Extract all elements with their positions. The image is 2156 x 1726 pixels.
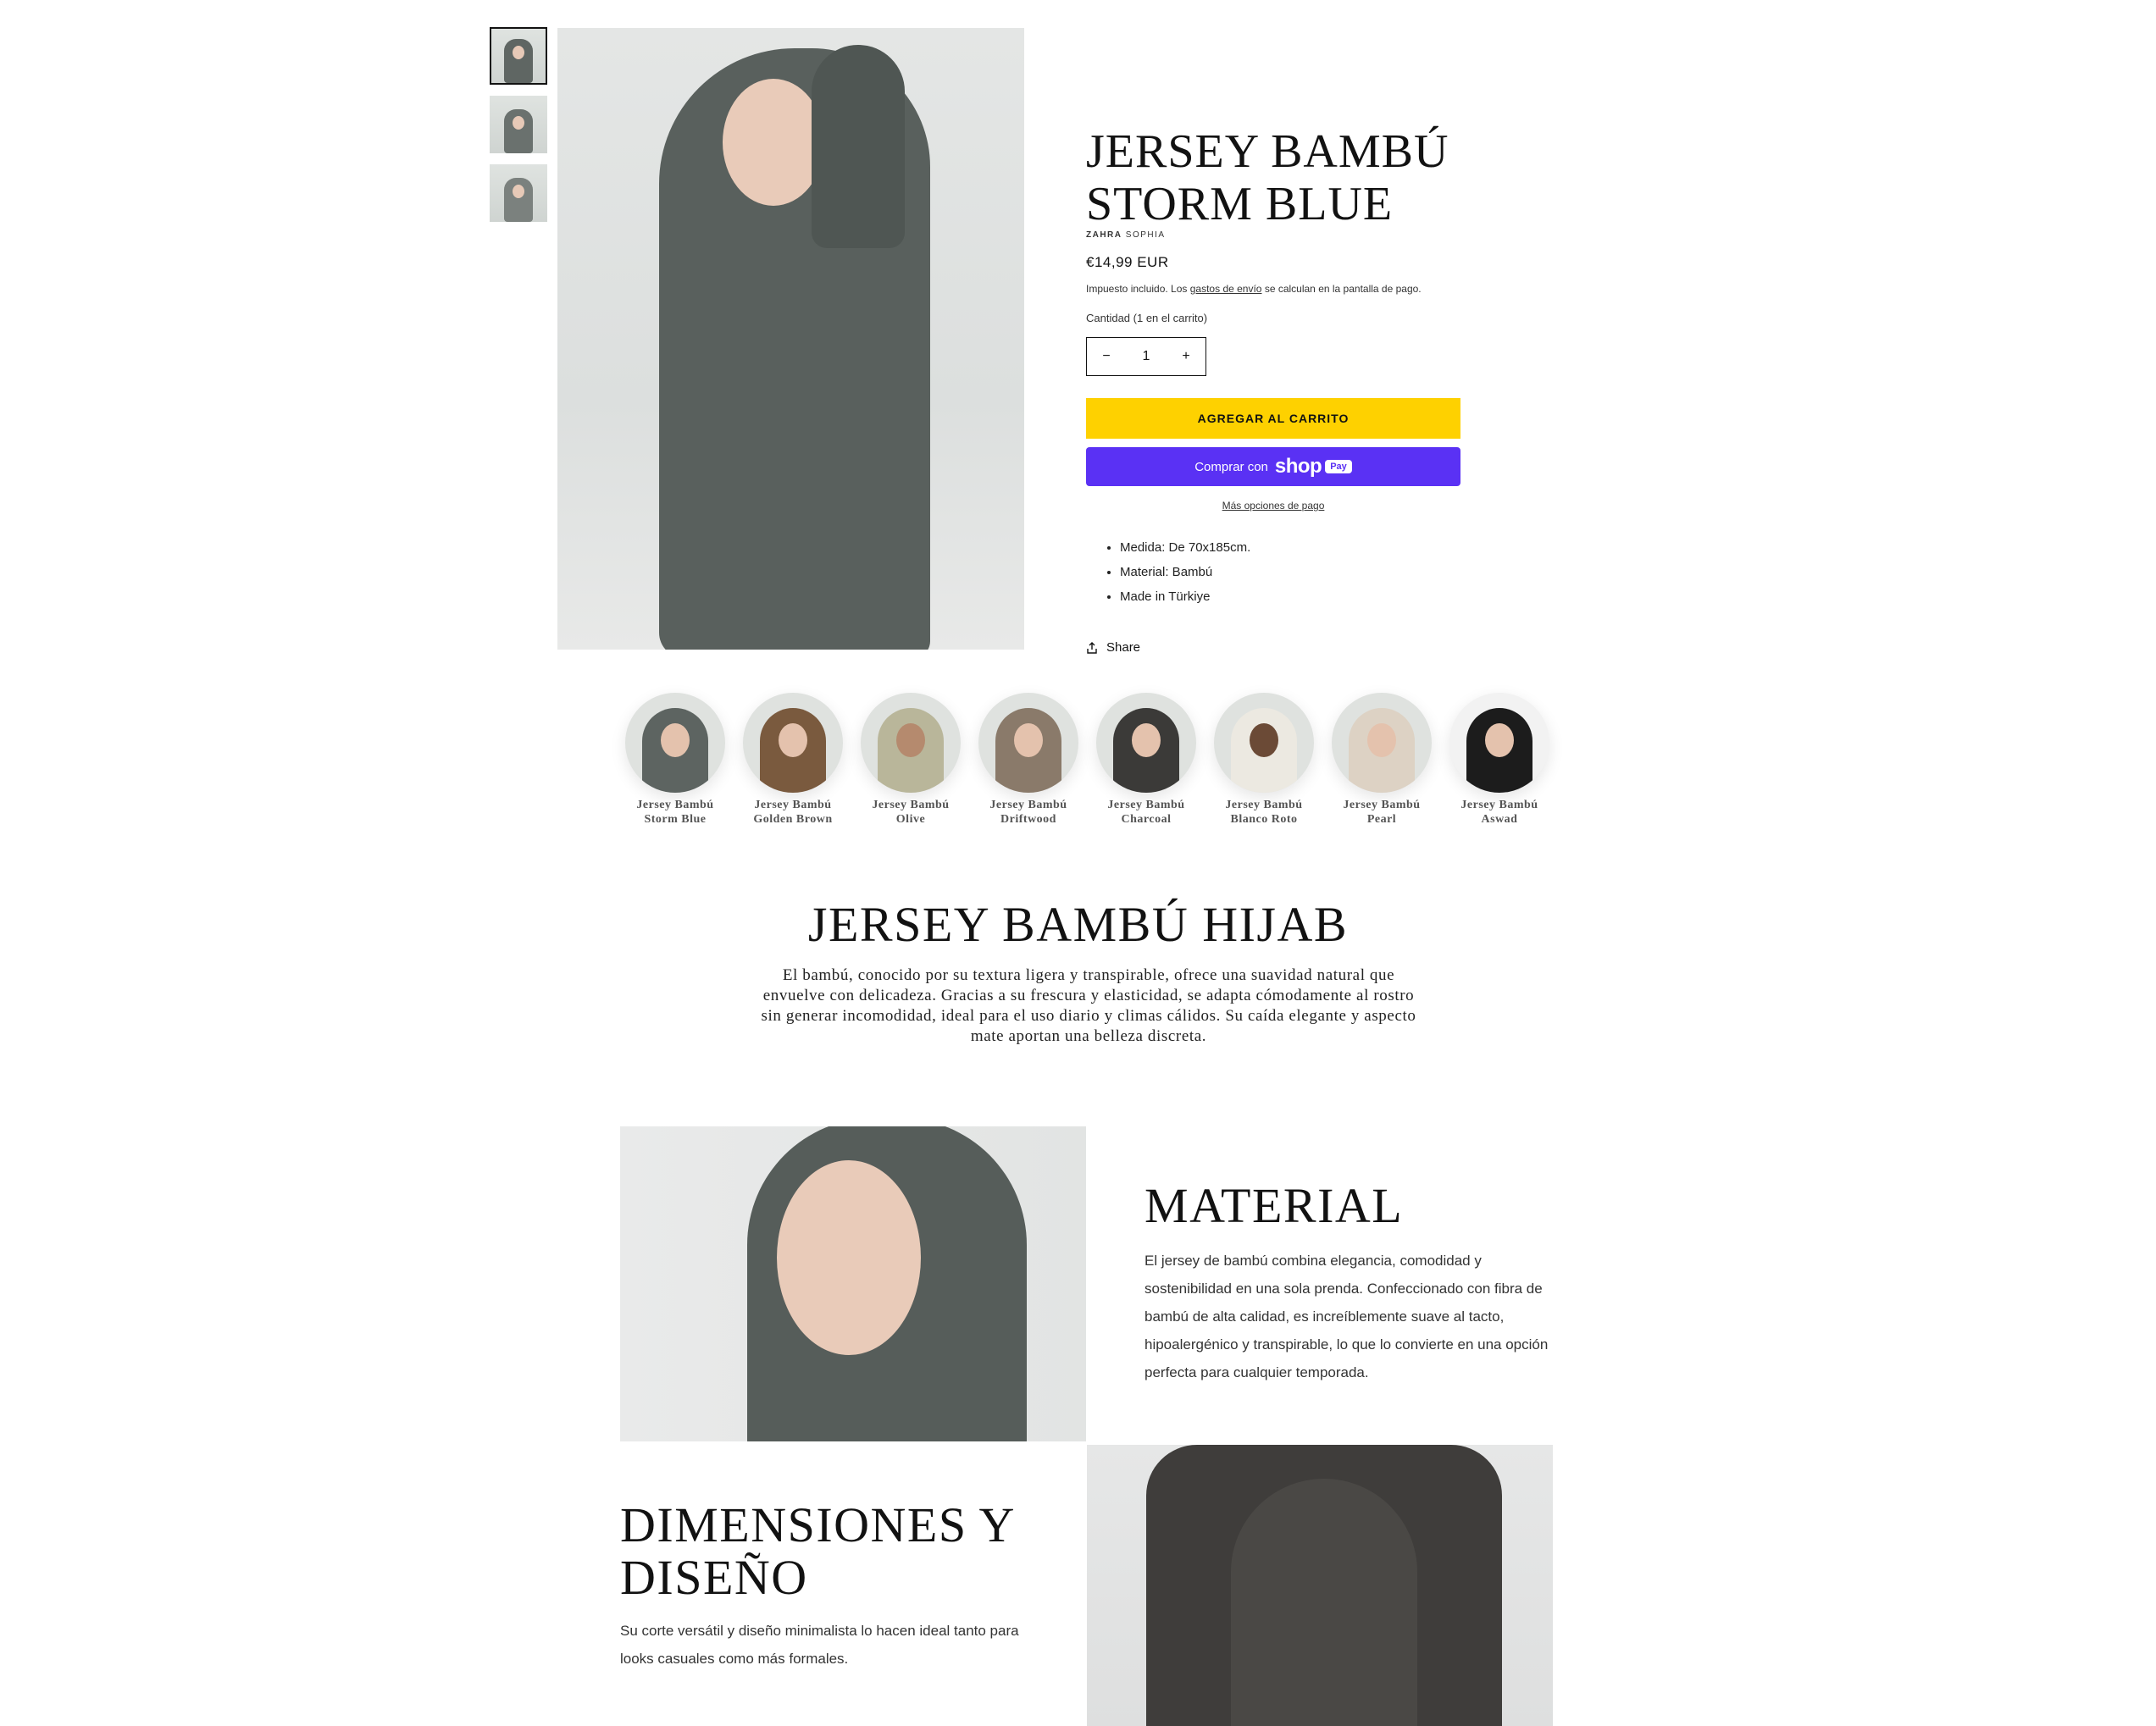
color-swatch-blanco-roto[interactable]: Jersey Bambú Blanco Roto — [1214, 693, 1314, 827]
shipping-link[interactable]: gastos de envío — [1190, 283, 1262, 295]
material-text: El jersey de bambú combina elegancia, co… — [1145, 1253, 1549, 1380]
feature-item: Made in Türkiye — [1120, 584, 1250, 609]
color-swatch-golden-brown[interactable]: Jersey Bambú Golden Brown — [743, 693, 843, 827]
gallery-thumbnail-2[interactable] — [490, 96, 547, 153]
product-price: €14,99 EUR — [1086, 254, 1169, 270]
quantity-decrease-button[interactable]: − — [1087, 349, 1126, 364]
product-title: JERSEY BAMBÚ STORM BLUE — [1086, 125, 1449, 230]
quantity-stepper: − 1 + — [1086, 337, 1206, 376]
share-icon — [1087, 641, 1097, 654]
swatch-image — [743, 693, 843, 793]
product-features: Medida: De 70x185cm. Material: Bambú Mad… — [1101, 535, 1250, 609]
swatch-image — [625, 693, 725, 793]
thumbnail-image — [504, 39, 533, 83]
hijab-section-text: El bambú, conocido por su textura ligera… — [761, 966, 1416, 1045]
color-swatch-storm-blue[interactable]: Jersey Bambú Storm Blue — [625, 693, 725, 827]
swatch-image — [1332, 693, 1432, 793]
feature-item: Medida: De 70x185cm. — [1120, 535, 1250, 560]
dimensions-image — [1087, 1445, 1553, 1726]
thumbnail-image — [504, 178, 533, 222]
dimensions-title: DIMENSIONES Y DISEÑO — [620, 1497, 1014, 1605]
add-to-cart-button[interactable]: AGREGAR AL CARRITO — [1086, 398, 1460, 439]
feature-item: Material: Bambú — [1120, 560, 1250, 584]
hijab-section-title: JERSEY BAMBÚ HIJAB — [807, 897, 1349, 952]
tax-note: Impuesto incluido. Los gastos de envío s… — [1086, 283, 1422, 295]
quantity-input[interactable]: 1 — [1127, 349, 1166, 364]
more-payment-options-link[interactable]: Más opciones de pago — [1086, 500, 1460, 512]
quantity-label: Cantidad (1 en el carrito) — [1086, 312, 1208, 324]
material-image — [620, 1126, 1086, 1441]
dimensions-text: Su corte versátil y diseño minimalista l… — [620, 1623, 1019, 1667]
color-swatch-charcoal[interactable]: Jersey Bambú Charcoal — [1096, 693, 1196, 827]
swatch-image — [978, 693, 1078, 793]
material-title: MATERIAL — [1145, 1178, 1404, 1233]
share-button[interactable]: Share — [1086, 640, 1140, 655]
swatch-image — [1449, 693, 1549, 793]
color-swatch-driftwood[interactable]: Jersey Bambú Driftwood — [978, 693, 1078, 827]
swatch-image — [1096, 693, 1196, 793]
color-swatch-olive[interactable]: Jersey Bambú Olive — [861, 693, 961, 827]
shop-pay-button[interactable]: Comprar con shop Pay — [1086, 447, 1460, 486]
shop-logo: shop — [1274, 455, 1322, 478]
pay-badge: Pay — [1325, 460, 1352, 473]
vendor-name: ZAHRA SOPHIA — [1086, 230, 1166, 240]
gallery-thumbnail-1[interactable] — [490, 27, 547, 85]
thumbnail-image — [504, 109, 533, 153]
color-swatch-pearl[interactable]: Jersey Bambú Pearl — [1332, 693, 1432, 827]
quantity-increase-button[interactable]: + — [1167, 349, 1205, 364]
swatch-image — [861, 693, 961, 793]
gallery-thumbnail-3[interactable] — [490, 164, 547, 222]
swatch-image — [1214, 693, 1314, 793]
color-swatch-aswad[interactable]: Jersey Bambú Aswad — [1449, 693, 1549, 827]
main-product-image[interactable] — [557, 28, 1024, 650]
